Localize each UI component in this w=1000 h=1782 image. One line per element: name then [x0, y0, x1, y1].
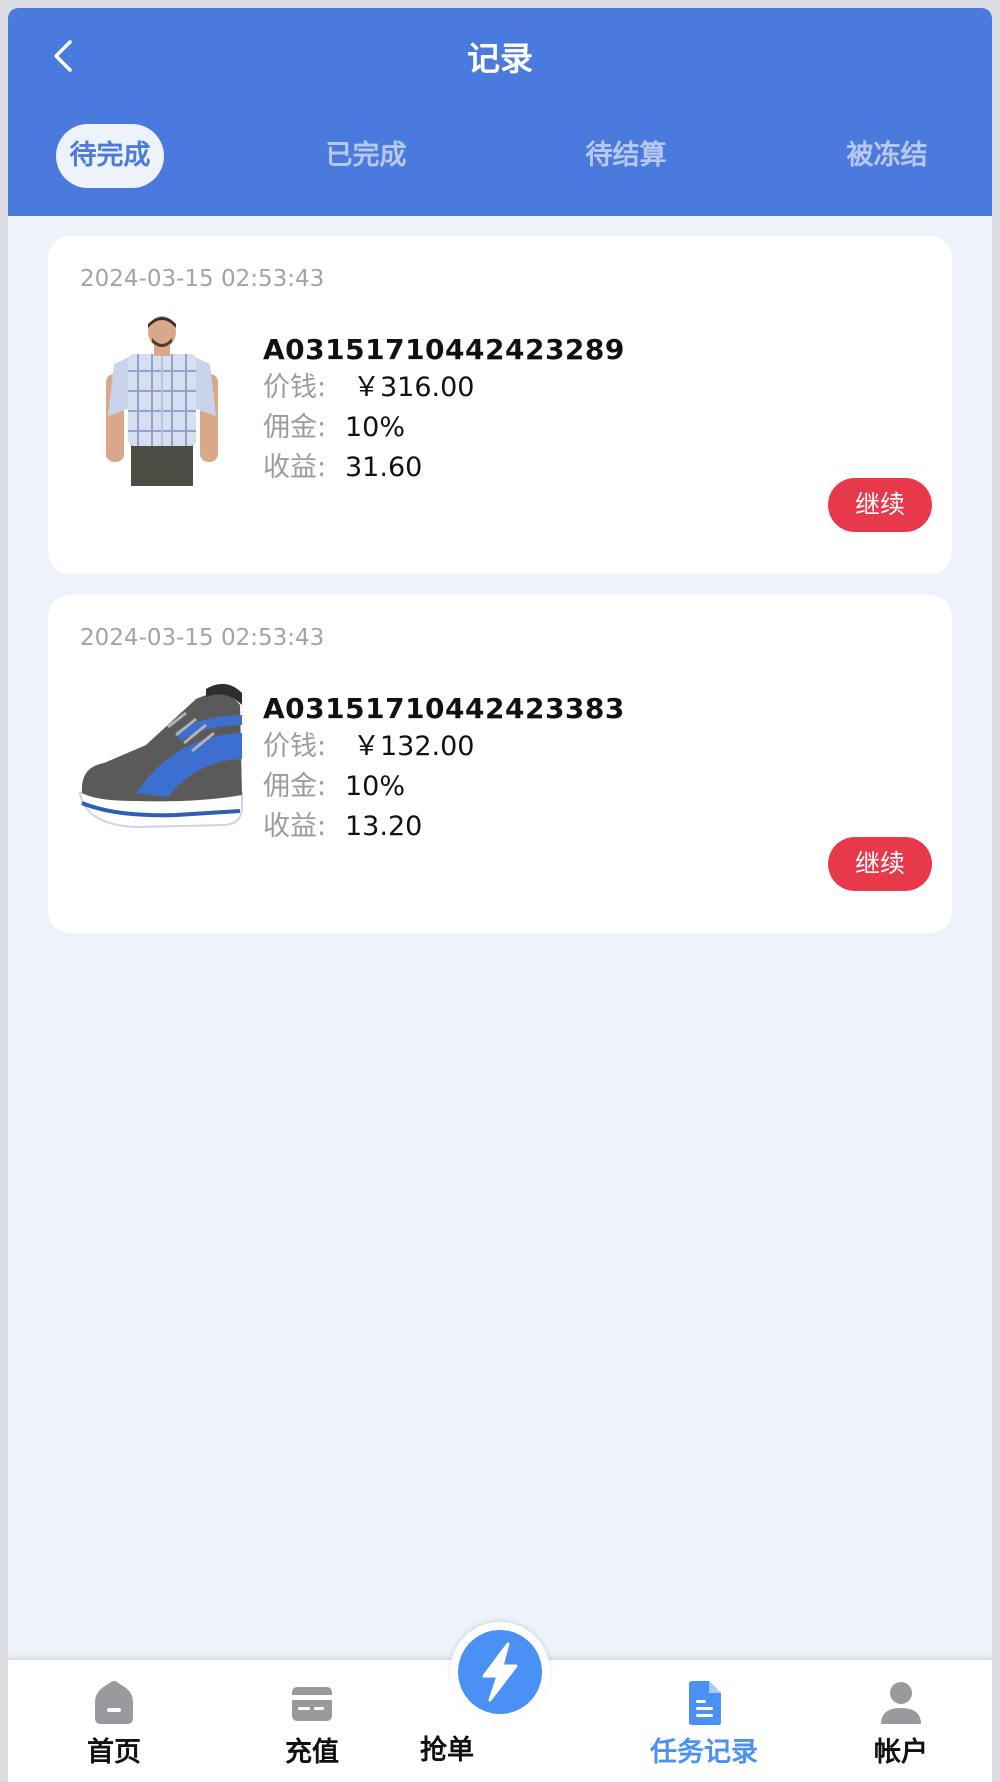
- price-row: 价钱: ￥316.00: [263, 370, 474, 406]
- tabbar-task-records[interactable]: 任务记录: [624, 1660, 784, 1782]
- page-title: 记录: [467, 39, 533, 78]
- continue-button[interactable]: 继续: [828, 478, 932, 532]
- earnings-value: 31.60: [345, 452, 423, 483]
- user-icon: [881, 1682, 921, 1724]
- commission-value: 10%: [345, 771, 406, 802]
- header: 记录 待完成 已完成 待结算 被冻结: [8, 8, 992, 216]
- price-value: ￥132.00: [353, 731, 475, 762]
- grab-order-button[interactable]: [450, 1622, 550, 1722]
- order-id: A03151710442423289: [263, 333, 625, 366]
- tabbar-label: 抢单: [420, 1735, 474, 1766]
- lightning-icon: [482, 1642, 518, 1702]
- price-label: 价钱:: [263, 731, 327, 762]
- home-icon: [95, 1681, 133, 1724]
- earnings-row: 收益: 13.20: [263, 809, 422, 845]
- tabbar-label: 任务记录: [650, 1737, 758, 1768]
- commission-row: 佣金: 10%: [263, 410, 405, 446]
- continue-button[interactable]: 继续: [828, 837, 932, 891]
- tabbar-recharge[interactable]: 充值: [232, 1660, 392, 1782]
- commission-label: 佣金:: [263, 412, 327, 443]
- commission-row: 佣金: 10%: [263, 769, 405, 805]
- order-card: 2024-03-15 02:53:43: [48, 595, 952, 933]
- earnings-label: 收益:: [263, 811, 327, 842]
- tabbar-account[interactable]: 帐户: [821, 1660, 981, 1782]
- shirt-product-image: [76, 316, 246, 486]
- tab-completed[interactable]: 已完成: [312, 124, 420, 188]
- app-screen: 记录 待完成 已完成 待结算 被冻结 2024-03-15 02:53:43 A…: [8, 8, 992, 1782]
- tab-pending[interactable]: 待完成: [56, 124, 164, 188]
- earnings-row: 收益: 31.60: [263, 450, 422, 486]
- tabbar-home[interactable]: 首页: [34, 1660, 194, 1782]
- order-card: 2024-03-15 02:53:43: [48, 236, 952, 574]
- tabbar-label: 首页: [87, 1737, 141, 1768]
- tab-to-settle[interactable]: 待结算: [572, 124, 680, 188]
- earnings-value: 13.20: [345, 811, 423, 842]
- commission-label: 佣金:: [263, 771, 327, 802]
- price-row: 价钱: ￥132.00: [263, 729, 474, 765]
- price-label: 价钱:: [263, 372, 327, 403]
- order-time: 2024-03-15 02:53:43: [80, 266, 325, 292]
- order-id: A03151710442423383: [263, 692, 625, 725]
- bottom-tabbar: 首页 充值 抢单 任务记录 帐户: [8, 1622, 992, 1782]
- price-value: ￥316.00: [353, 372, 475, 403]
- order-time: 2024-03-15 02:53:43: [80, 625, 325, 651]
- tabbar-label: 帐户: [874, 1737, 928, 1768]
- status-tabs: 待完成 已完成 待结算 被冻结: [8, 124, 992, 196]
- tabbar-label: 充值: [285, 1737, 339, 1768]
- tab-frozen[interactable]: 被冻结: [833, 124, 941, 188]
- commission-value: 10%: [345, 412, 406, 443]
- document-icon: [689, 1681, 721, 1725]
- sneaker-product-image: [76, 675, 246, 845]
- card-icon: [292, 1687, 332, 1721]
- earnings-label: 收益:: [263, 452, 327, 483]
